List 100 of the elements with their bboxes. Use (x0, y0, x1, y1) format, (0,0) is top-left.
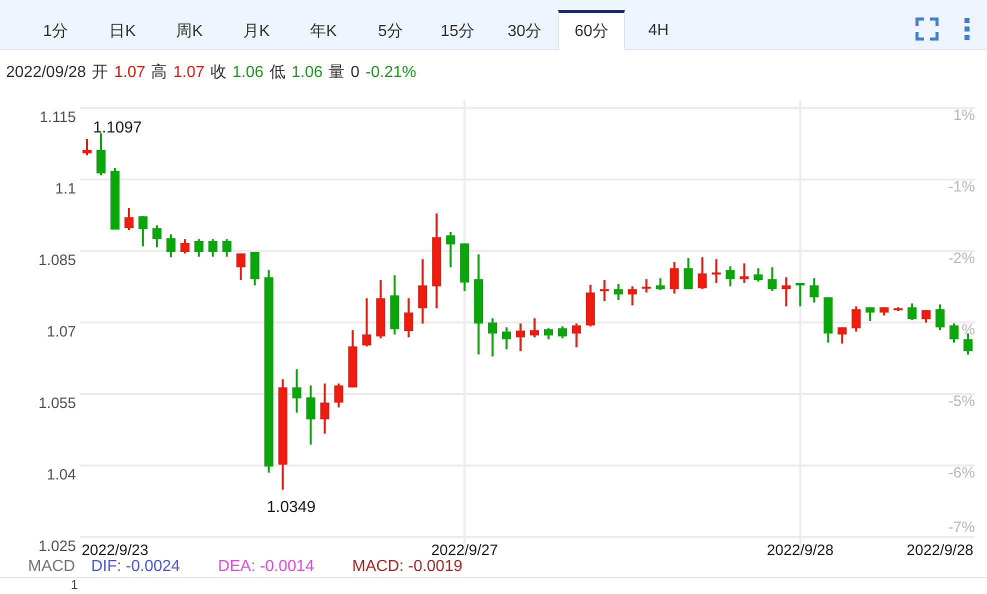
candlestick (600, 280, 609, 302)
candlestick (824, 297, 833, 343)
candlestick (670, 262, 679, 294)
candlestick (404, 298, 414, 338)
price-axis-label: 1.025 (38, 538, 76, 555)
date-axis-label: 2022/9/28 (766, 542, 834, 557)
change-value: -0.21% (366, 64, 416, 82)
candlestick (516, 323, 525, 352)
quote-label: 高 (151, 62, 168, 83)
candlestick (222, 239, 232, 257)
candlestick (838, 327, 847, 344)
price-axis-label: 1.07 (46, 324, 76, 340)
candlestick (292, 369, 302, 413)
candlestick (866, 307, 875, 322)
candlestick (96, 133, 106, 176)
candlestick (390, 275, 400, 334)
candlestick (740, 263, 749, 283)
candlestick (82, 138, 92, 156)
candlestick (726, 266, 735, 286)
candlestick (852, 306, 861, 332)
candlestick (586, 284, 595, 326)
candlestick (810, 278, 819, 302)
candlestick (656, 278, 665, 290)
candlestick (124, 208, 134, 230)
candlestick (768, 267, 777, 292)
timeframe-tab[interactable]: 15分 (424, 10, 491, 49)
percent-axis-label: % (962, 322, 975, 338)
candlestick (558, 326, 567, 338)
timeframe-tab[interactable]: 年K (290, 10, 357, 49)
timeframe-tab[interactable]: 4H (625, 10, 692, 49)
candlestick (908, 303, 917, 320)
price-axis-label: 1.085 (38, 252, 76, 269)
timeframe-tab[interactable]: 1分 (22, 10, 89, 49)
percent-axis-label: -6% (948, 464, 975, 482)
quote-value: 1.06 (292, 64, 323, 82)
axis-label: 1 (70, 578, 78, 592)
candlestick (110, 168, 120, 230)
candlestick (950, 323, 959, 343)
percent-axis-label: -7% (948, 519, 975, 536)
timeframe-tab[interactable]: 月K (223, 10, 290, 49)
candlestick (348, 330, 358, 388)
candlestick (488, 318, 498, 356)
timeframe-tab[interactable]: 日K (89, 10, 156, 49)
fullscreen-icon[interactable] (915, 16, 939, 40)
candlestick (922, 310, 931, 322)
candlestick (180, 239, 190, 254)
candlestick (194, 239, 204, 257)
timeframe-tab[interactable]: 5分 (357, 10, 424, 49)
percent-axis-label: -2% (948, 250, 975, 267)
candlestick (236, 253, 246, 280)
price-axis-label: 1.115 (40, 109, 76, 126)
candlestick (698, 257, 707, 290)
percent-axis-label: 1% (953, 107, 975, 124)
candlestick (530, 318, 539, 338)
max-value-label: 1.1097 (92, 119, 142, 136)
candlestick (362, 298, 372, 346)
indicator-name: MACD (28, 558, 76, 576)
candlestick (320, 384, 330, 434)
candlestick (754, 268, 763, 282)
candlestick (936, 304, 945, 330)
quote-date: 2022/09/28 (6, 64, 86, 82)
quote-label: 量 (328, 63, 345, 83)
quote-value: 1.07 (114, 64, 146, 82)
candlestick (712, 259, 721, 283)
timeframe-tab[interactable]: 60分 (558, 10, 625, 50)
candlestick (306, 385, 316, 445)
timeframe-tab[interactable]: 周K (156, 10, 223, 49)
min-value-label: 1.0349 (266, 498, 316, 516)
candlestick (544, 328, 553, 340)
indicator-value: DIF: -0.0024 (91, 558, 180, 576)
indicator-value: MACD: -0.0019 (352, 558, 462, 576)
percent-axis-label: -1% (948, 178, 975, 196)
candlestick (964, 333, 972, 354)
candlestick (418, 259, 428, 324)
candlestick (138, 216, 148, 246)
quote-value: 0 (350, 64, 360, 82)
candlestick (502, 327, 512, 350)
candlestick (446, 232, 456, 268)
candlestick (894, 307, 903, 312)
quote-value: 1.07 (173, 64, 204, 82)
candlestick (376, 280, 386, 338)
candlestick (684, 258, 693, 290)
more-icon[interactable] (964, 16, 970, 40)
quote-label: 收 (210, 63, 226, 83)
indicator-value: DEA: -0.0014 (218, 558, 314, 576)
quote-label: 开 (92, 63, 108, 83)
price-axis-label: 1.1 (55, 180, 76, 198)
candlestick (572, 323, 581, 348)
percent-axis-label: -5% (948, 393, 975, 410)
price-axis-label: 1.04 (46, 466, 76, 484)
candlestick (166, 234, 176, 258)
candlestick (782, 277, 791, 306)
candlestick (334, 384, 344, 408)
candlestick (642, 279, 651, 292)
date-axis-label: 2022/9/28 (906, 542, 974, 557)
candlestick (460, 243, 470, 292)
candlestick (796, 282, 805, 306)
timeframe-tab[interactable]: 30分 (491, 10, 558, 49)
candlestick (614, 284, 623, 300)
candlestick (628, 286, 637, 306)
